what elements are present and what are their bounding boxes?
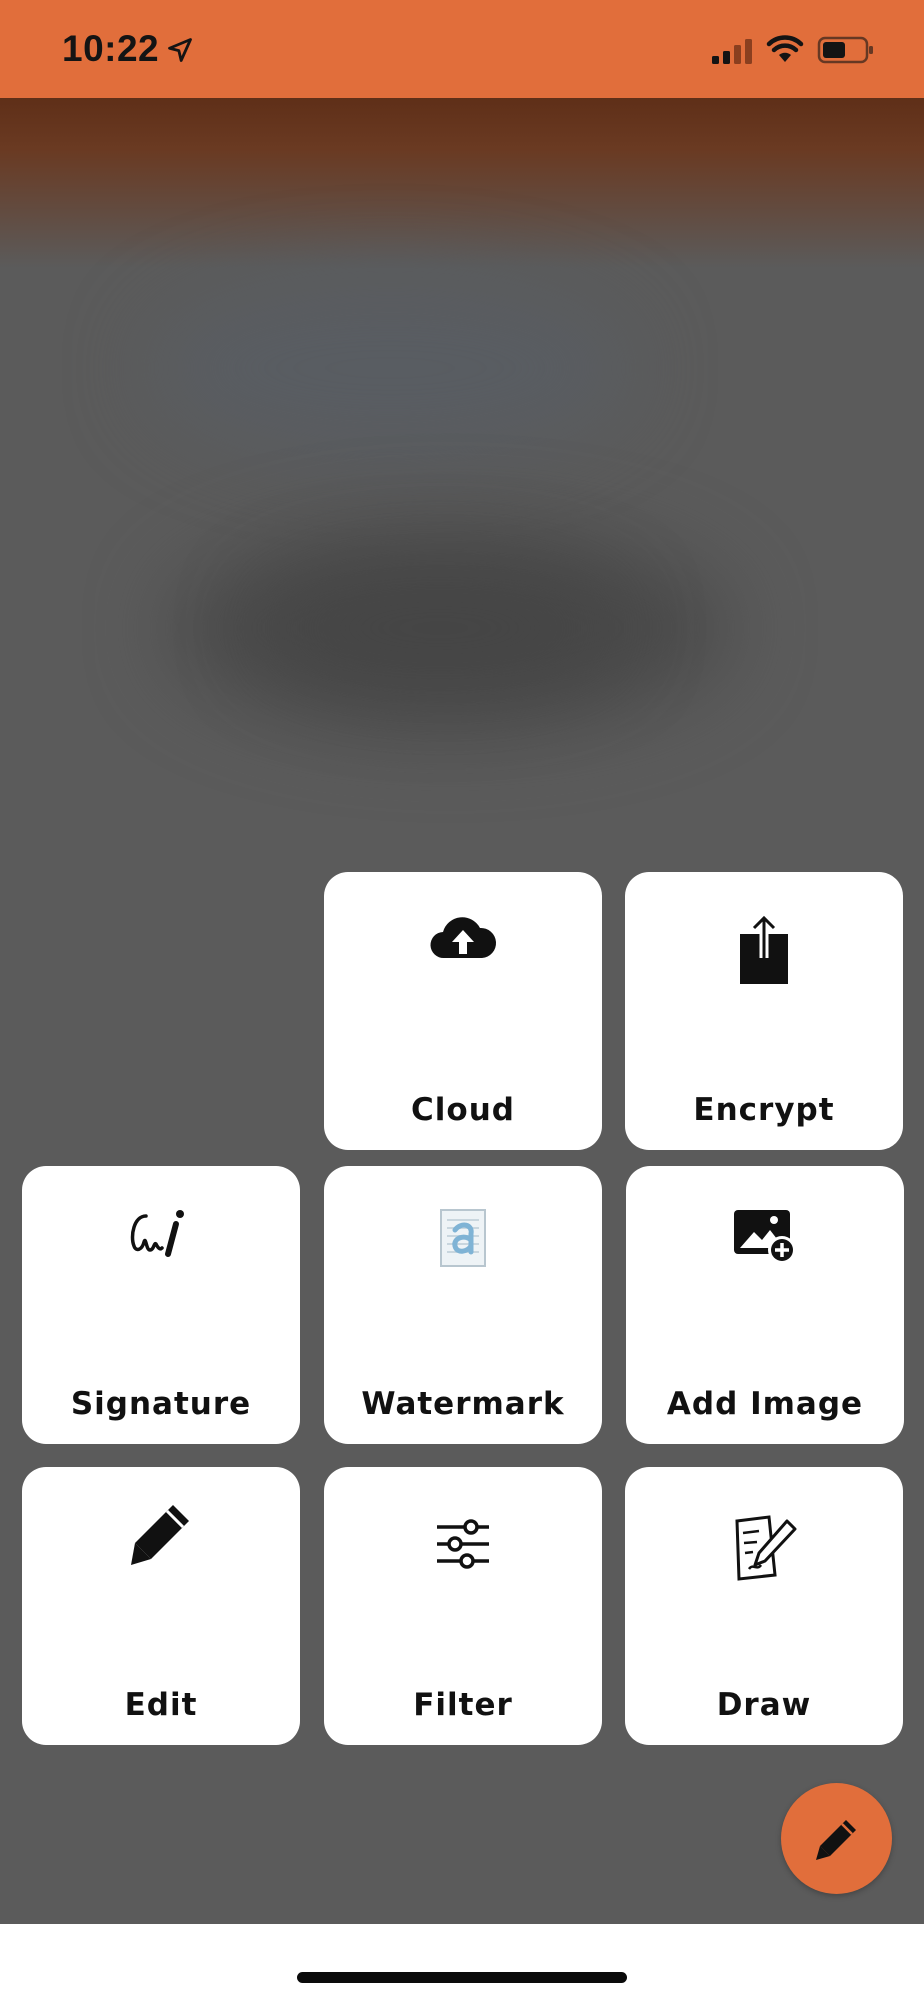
sliders-icon xyxy=(437,1519,489,1569)
encrypt-label: Encrypt xyxy=(693,1092,835,1128)
watermark-label: Watermark xyxy=(361,1386,565,1422)
edit-button[interactable]: Edit xyxy=(22,1467,300,1745)
encrypt-button[interactable]: Encrypt xyxy=(625,872,903,1150)
draw-document-icon xyxy=(735,1515,797,1581)
watermark-button[interactable]: Watermark xyxy=(324,1166,602,1444)
status-time: 10:22 xyxy=(62,28,160,69)
wifi-icon xyxy=(766,35,804,62)
share-export-icon xyxy=(740,915,788,984)
cellular-signal-icon xyxy=(712,39,752,64)
add-image-label: Add Image xyxy=(666,1386,864,1422)
home-indicator[interactable] xyxy=(297,1972,627,1983)
signature-label: Signature xyxy=(70,1386,252,1422)
edit-label: Edit xyxy=(124,1687,198,1723)
filter-button[interactable]: Filter xyxy=(324,1467,602,1745)
status-bar: 10:22 xyxy=(0,0,924,98)
add-image-button[interactable]: Add Image xyxy=(626,1166,904,1444)
battery-icon xyxy=(817,36,873,64)
draw-label: Draw xyxy=(716,1687,812,1723)
filter-label: Filter xyxy=(413,1687,513,1723)
pencil-icon xyxy=(131,1505,189,1565)
signature-button[interactable]: Signature xyxy=(22,1166,300,1444)
cloud-label: Cloud xyxy=(411,1092,515,1128)
home-indicator-area xyxy=(0,1924,924,2000)
signature-icon xyxy=(130,1210,184,1257)
watermark-document-icon xyxy=(440,1209,486,1267)
cloud-button[interactable]: Cloud xyxy=(324,872,602,1150)
pencil-icon xyxy=(815,1819,856,1860)
add-image-icon xyxy=(734,1210,796,1264)
edit-fab-button[interactable] xyxy=(781,1783,892,1894)
cloud-upload-icon xyxy=(430,917,497,959)
draw-button[interactable]: Draw xyxy=(625,1467,903,1745)
location-arrow-icon xyxy=(168,38,192,62)
